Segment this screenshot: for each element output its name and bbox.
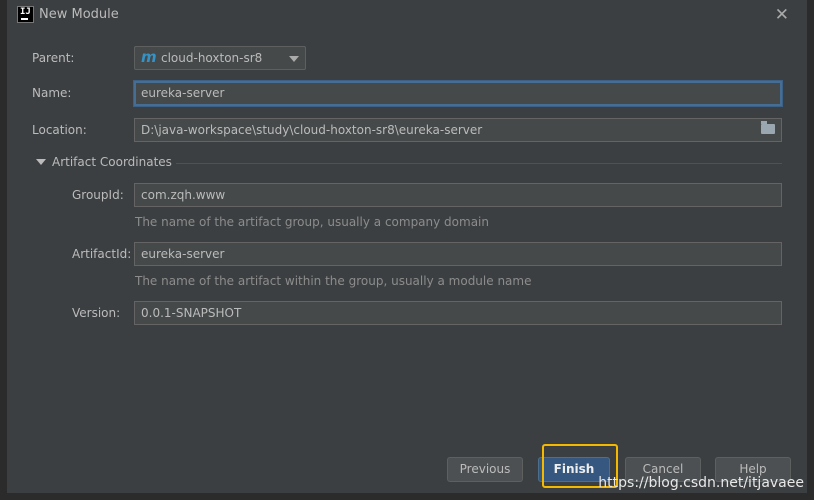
maven-m-icon: m xyxy=(141,48,157,66)
intellij-icon: IJ xyxy=(17,6,34,23)
dialog-title: New Module xyxy=(39,7,119,22)
folder-icon[interactable] xyxy=(761,121,775,134)
previous-button[interactable]: Previous xyxy=(447,457,523,482)
section-divider xyxy=(176,163,782,164)
groupid-input[interactable]: com.zqh.www xyxy=(134,183,782,207)
chevron-down-icon xyxy=(289,56,299,62)
name-input[interactable]: eureka-server xyxy=(134,81,782,106)
location-input-value: D:\java-workspace\study\cloud-hoxton-sr8… xyxy=(141,123,483,137)
artifactid-label: ArtifactId: xyxy=(72,247,132,261)
location-label: Location: xyxy=(32,123,87,137)
groupid-label: GroupId: xyxy=(72,188,124,202)
artifact-coordinates-title[interactable]: Artifact Coordinates xyxy=(52,155,172,169)
new-module-dialog: IJ New Module ✕ Parent: m cloud-hoxton-s… xyxy=(0,0,814,500)
artifactid-input[interactable]: eureka-server xyxy=(134,242,782,266)
name-label: Name: xyxy=(32,86,72,100)
version-label: Version: xyxy=(72,306,121,320)
version-input[interactable]: 0.0.1-SNAPSHOT xyxy=(134,301,782,325)
title-bar: IJ New Module ✕ xyxy=(7,0,807,30)
parent-select-value: cloud-hoxton-sr8 xyxy=(161,51,263,65)
parent-select[interactable]: m cloud-hoxton-sr8 xyxy=(134,46,306,70)
watermark: https://blog.csdn.net/itjavaee xyxy=(598,475,804,491)
location-input[interactable]: D:\java-workspace\study\cloud-hoxton-sr8… xyxy=(134,118,782,142)
parent-label: Parent: xyxy=(32,51,75,65)
artifactid-hint: The name of the artifact within the grou… xyxy=(135,274,532,288)
groupid-hint: The name of the artifact group, usually … xyxy=(135,215,489,229)
chevron-down-icon[interactable] xyxy=(36,159,46,165)
close-icon[interactable]: ✕ xyxy=(775,5,789,25)
